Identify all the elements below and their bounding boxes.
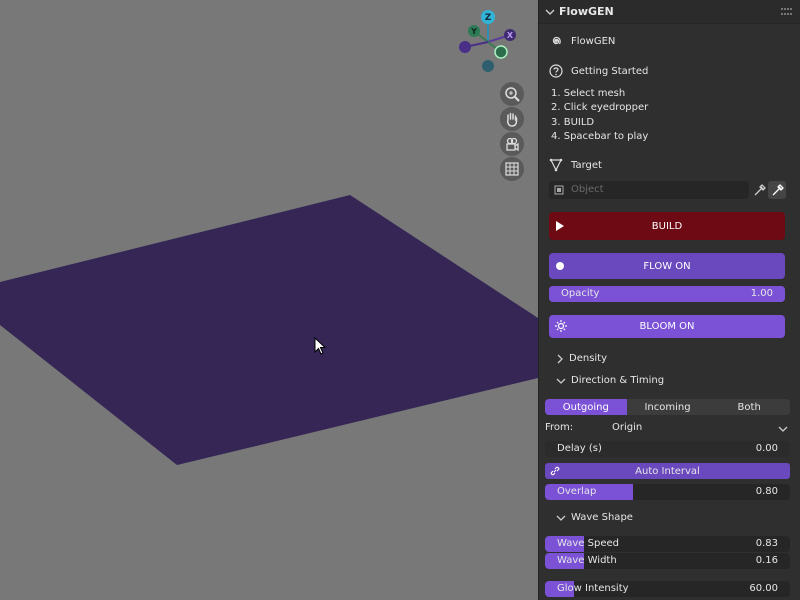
step-2: 2. Click eyedropper — [551, 102, 649, 113]
glow-intensity-label: Glow Intensity — [557, 583, 629, 594]
wave-speed-value: 0.83 — [755, 538, 778, 549]
chevron-right-icon — [557, 354, 563, 363]
wave-shape-label: Wave Shape — [571, 512, 633, 523]
getting-started-row: Getting Started — [549, 64, 648, 78]
overlap-slider[interactable]: Overlap 0.80 — [545, 484, 790, 500]
panel-title: FlowGEN — [559, 5, 614, 18]
chevron-down-icon — [778, 426, 788, 432]
drag-grip-icon[interactable] — [781, 8, 793, 16]
mesh-triangle-icon — [549, 158, 563, 172]
grid-icon — [505, 162, 519, 176]
axis-gizmo[interactable]: Z Y X — [455, 8, 523, 76]
wave-width-value: 0.16 — [755, 555, 778, 566]
brand-label: FlowGEN — [571, 35, 616, 47]
neg-x-axis-handle — [459, 41, 471, 53]
grid-view-button[interactable] — [500, 157, 524, 181]
object-placeholder: Object — [571, 184, 604, 195]
wave-width-label: Wave Width — [557, 555, 617, 566]
delay-label: Delay (s) — [557, 443, 602, 454]
zoom-icon — [505, 87, 520, 102]
plane-mesh[interactable] — [0, 0, 538, 600]
tab-both[interactable]: Both — [708, 399, 790, 415]
flow-toggle-button[interactable]: FLOW ON — [549, 253, 785, 279]
chevron-down-icon — [556, 378, 566, 384]
direction-segmented-control: Outgoing Incoming Both — [545, 399, 790, 415]
hand-icon — [507, 112, 518, 127]
eyedropper-icon — [772, 184, 784, 196]
sun-icon — [555, 320, 567, 332]
wave-speed-label: Wave Speed — [557, 538, 619, 549]
opacity-label: Opacity — [561, 288, 600, 299]
density-label: Density — [569, 353, 608, 364]
wave-shape-section-header[interactable]: Wave Shape — [556, 512, 633, 523]
link-icon — [550, 466, 560, 476]
auto-interval-button[interactable]: Auto Interval — [545, 463, 790, 479]
getting-started-label: Getting Started — [571, 65, 649, 77]
chevron-down-icon[interactable] — [545, 7, 555, 17]
neg-y-axis-handle — [494, 45, 508, 59]
build-label: BUILD — [651, 220, 683, 232]
brand-row: FlowGEN — [549, 34, 615, 48]
object-square-icon — [554, 185, 564, 195]
opacity-slider[interactable]: Opacity 1.00 — [549, 286, 785, 302]
delay-value: 0.00 — [755, 443, 778, 454]
delay-field[interactable]: Delay (s) 0.00 — [545, 441, 790, 457]
step-4: 4. Spacebar to play — [551, 131, 649, 142]
z-axis-label: Z — [485, 13, 492, 23]
question-icon — [549, 64, 563, 78]
tab-incoming[interactable]: Incoming — [627, 399, 709, 415]
x-axis-label: X — [507, 31, 514, 40]
wave-width-slider[interactable]: Wave Width 0.16 — [545, 553, 790, 569]
eyedropper-active-button[interactable] — [768, 181, 786, 199]
play-icon — [556, 221, 564, 231]
density-section-header[interactable]: Density — [556, 353, 607, 364]
spiral-icon — [552, 36, 561, 45]
auto-interval-label: Auto Interval — [635, 465, 700, 477]
bloom-toggle-button[interactable]: BLOOM ON — [549, 315, 785, 338]
mouse-cursor-icon — [314, 337, 327, 355]
from-value: Origin — [612, 422, 643, 433]
object-field[interactable]: Object — [549, 181, 749, 199]
chevron-down-icon — [556, 515, 566, 521]
panel-header[interactable]: FlowGEN — [539, 0, 800, 24]
overlap-value: 0.80 — [755, 486, 778, 497]
from-label: From: — [545, 422, 574, 433]
opacity-value: 1.00 — [750, 288, 773, 299]
glow-intensity-slider[interactable]: Glow Intensity 60.00 — [545, 581, 790, 597]
eyedropper-icon — [754, 184, 766, 196]
step-3: 3. BUILD — [551, 117, 595, 128]
bloom-label: BLOOM ON — [639, 321, 695, 332]
3d-viewport[interactable]: Z Y X — [0, 0, 538, 600]
direction-section-header[interactable]: Direction & Timing — [556, 375, 664, 386]
build-button[interactable]: BUILD — [549, 212, 785, 240]
camera-button[interactable] — [500, 132, 524, 156]
camera-icon — [506, 137, 519, 152]
zoom-button[interactable] — [500, 82, 524, 106]
wave-speed-slider[interactable]: Wave Speed 0.83 — [545, 536, 790, 552]
dot-icon — [556, 262, 564, 270]
from-dropdown[interactable]: Origin — [603, 420, 790, 436]
glow-intensity-value: 60.00 — [749, 583, 778, 594]
eyedropper-button[interactable] — [751, 181, 767, 199]
step-1: 1. Select mesh — [551, 88, 626, 99]
overlap-label: Overlap — [557, 486, 597, 497]
y-axis-label: Y — [470, 27, 477, 36]
neg-z-axis-handle — [482, 60, 494, 72]
tab-outgoing[interactable]: Outgoing — [545, 399, 627, 415]
direction-label: Direction & Timing — [571, 375, 665, 386]
pan-button[interactable] — [500, 107, 524, 131]
target-row: Target — [549, 158, 602, 172]
target-label: Target — [571, 159, 602, 171]
flow-label: FLOW ON — [643, 260, 691, 272]
